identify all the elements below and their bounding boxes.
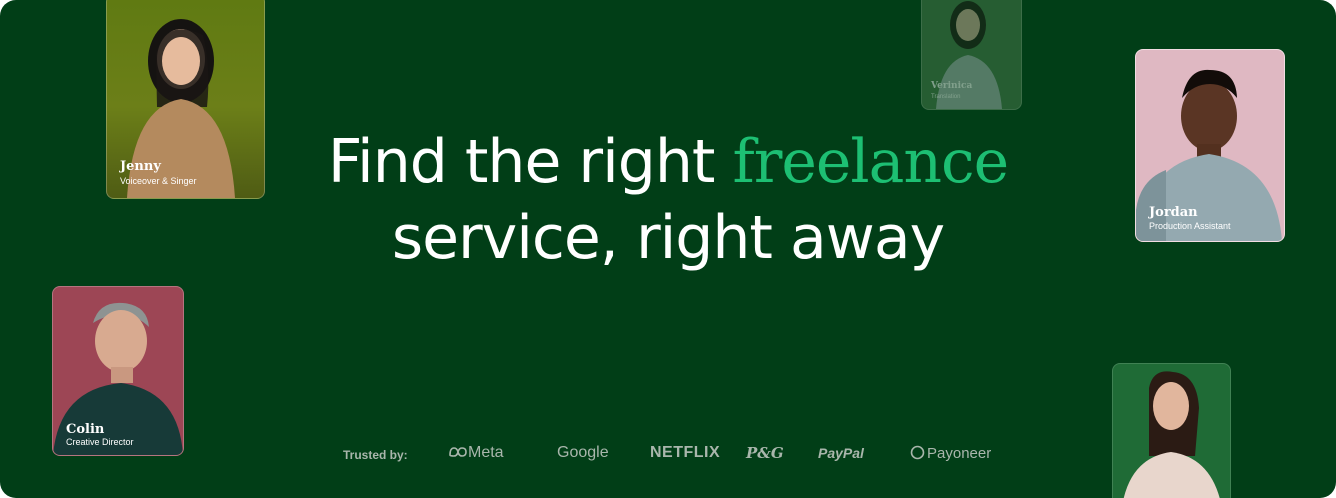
logo-payoneer: Payoneer	[910, 445, 991, 462]
meta-infinity-icon	[449, 447, 467, 457]
logo-netflix: NETFLIX	[650, 444, 721, 461]
logo-paypal: PayPal	[818, 445, 864, 461]
headline-line-2: service, right away	[391, 203, 945, 273]
logo-payoneer-text: Payoneer	[927, 445, 992, 462]
payoneer-ring-icon	[910, 445, 925, 460]
freelancer-role: Translation	[931, 94, 961, 100]
freelancer-card-woman[interactable]	[1112, 363, 1231, 498]
freelancer-name: Verinica	[931, 81, 973, 91]
trusted-by-label: Trusted by:	[343, 448, 408, 462]
logo-meta: Meta	[448, 444, 504, 462]
logo-meta-text: Meta	[468, 444, 504, 461]
headline-accent: freelance	[732, 127, 1009, 197]
freelancer-name: Colin	[66, 422, 105, 437]
trusted-by-bar: Trusted by: Meta Google NETFLIX P&G PayP…	[0, 440, 1336, 470]
freelancer-photo	[1123, 371, 1220, 498]
logo-google: Google	[557, 444, 609, 461]
freelancer-card-colin[interactable]: Colin Creative Director	[52, 286, 184, 456]
headline-line-1: Find the right freelance	[0, 124, 1336, 200]
hero-section: Jenny Voiceover & Singer Verinica Transl…	[0, 0, 1336, 498]
logo-pg: P&G	[746, 444, 784, 462]
freelancer-card-verinica[interactable]: Verinica Translation	[921, 0, 1022, 110]
headline-text: Find the right	[327, 127, 733, 197]
freelancer-photo	[936, 1, 1002, 109]
hero-headline: Find the right freelance service, right …	[0, 124, 1336, 276]
